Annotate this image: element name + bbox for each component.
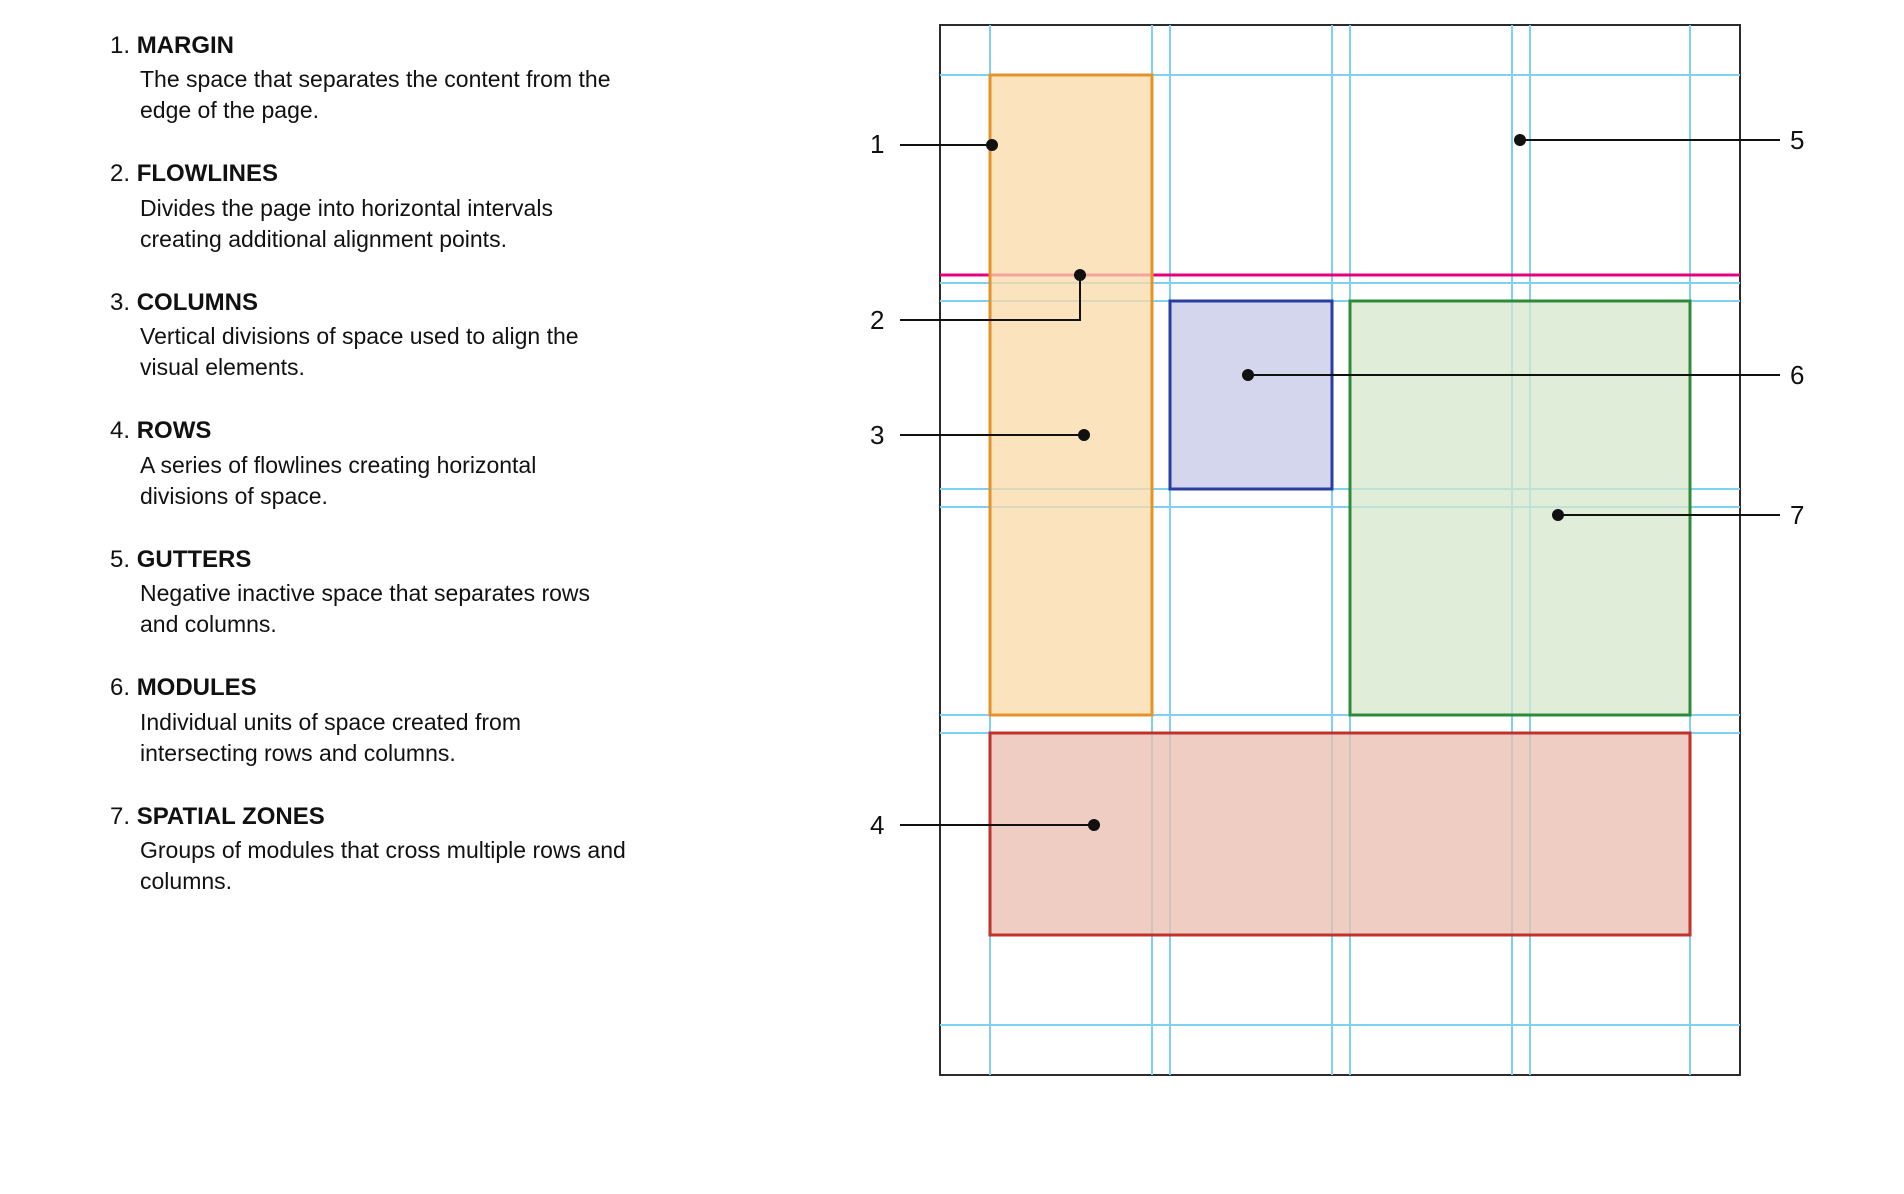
row-highlight	[990, 733, 1690, 935]
definition-item: 6. MODULES Individual units of space cre…	[110, 672, 630, 768]
definition-body: A series of flowlines creating horizonta…	[110, 450, 630, 512]
definition-item: 2. FLOWLINES Divides the page into horiz…	[110, 158, 630, 254]
grid-svg	[880, 25, 1800, 1075]
definition-number: 6.	[110, 674, 130, 701]
definition-number: 3.	[110, 289, 130, 316]
definition-body: Divides the page into horizontal interva…	[110, 193, 630, 255]
definition-number: 2.	[110, 160, 130, 187]
definition-number: 7.	[110, 803, 130, 830]
definition-item: 3. COLUMNS Vertical divisions of space u…	[110, 287, 630, 383]
definition-term: MARGIN	[137, 32, 234, 59]
definition-number: 4.	[110, 417, 130, 444]
definition-term: MODULES	[137, 674, 257, 701]
definition-number: 5.	[110, 546, 130, 573]
callout-label-6: 6	[1790, 360, 1804, 391]
definitions-list: 1. MARGIN The space that separates the c…	[110, 30, 630, 929]
callout-label-1: 1	[870, 129, 884, 160]
definition-term: FLOWLINES	[137, 160, 278, 187]
grid-diagram: 1 2 3 4 5 6 7	[880, 25, 1800, 1075]
callout-label-3: 3	[870, 420, 884, 451]
callout-label-7: 7	[1790, 500, 1804, 531]
definition-body: Individual units of space created from i…	[110, 707, 630, 769]
definition-term: SPATIAL ZONES	[137, 803, 325, 830]
definition-term: ROWS	[137, 417, 212, 444]
callout-label-5: 5	[1790, 125, 1804, 156]
definition-body: Groups of modules that cross multiple ro…	[110, 835, 630, 897]
definition-item: 5. GUTTERS Negative inactive space that …	[110, 544, 630, 640]
definition-body: Vertical divisions of space used to alig…	[110, 321, 630, 383]
definition-body: The space that separates the content fro…	[110, 64, 630, 126]
callout-label-2: 2	[870, 305, 884, 336]
column-highlight	[990, 75, 1152, 715]
definition-term: COLUMNS	[137, 289, 258, 316]
definition-number: 1.	[110, 32, 130, 59]
definition-item: 1. MARGIN The space that separates the c…	[110, 30, 630, 126]
definition-term: GUTTERS	[137, 546, 252, 573]
module-highlight	[1170, 301, 1332, 489]
spatial-zone-highlight	[1350, 301, 1690, 715]
callout-label-4: 4	[870, 810, 884, 841]
definition-item: 4. ROWS A series of flowlines creating h…	[110, 415, 630, 511]
page: 1. MARGIN The space that separates the c…	[0, 0, 1904, 1194]
definition-item: 7. SPATIAL ZONES Groups of modules that …	[110, 801, 630, 897]
definition-body: Negative inactive space that separates r…	[110, 578, 630, 640]
